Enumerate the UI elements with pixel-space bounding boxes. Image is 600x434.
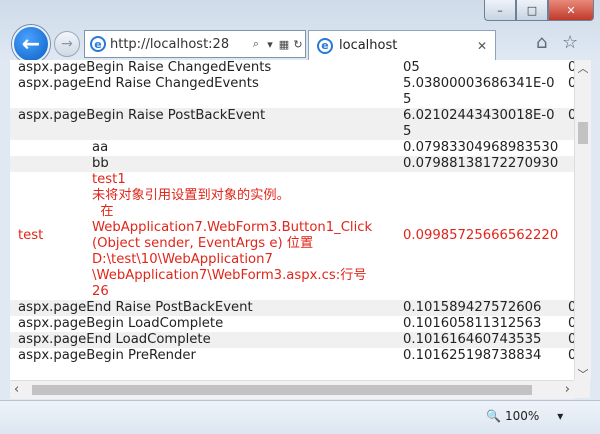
refresh-icon[interactable]: ↻	[291, 38, 305, 51]
scroll-left-icon[interactable]: ‹	[14, 382, 19, 397]
window-controls: – □ ✕	[484, 0, 594, 22]
trace-category-cell: aspx.pageEnd LoadComplete	[10, 332, 395, 348]
trace-time-cell: 0.101605811312563	[403, 316, 542, 331]
trace-row: aspx.pageBegin Raise PostBackEvent 6.0210…	[10, 108, 574, 140]
home-icon[interactable]: ⌂	[536, 32, 547, 53]
horizontal-scrollbar[interactable]: ‹ ›	[10, 380, 574, 399]
trace-time-cell: 0.07983304968983530	[403, 140, 559, 155]
trace-delta-cell: 0	[568, 76, 574, 91]
error-category: test	[18, 228, 44, 243]
trace-delta-cell: 0	[568, 348, 574, 363]
trace-category-cell: aspx.pageBegin PreRender	[18, 348, 196, 363]
trace-row: aspx.pageEnd Raise PostBackEvent 0.101589…	[10, 300, 574, 316]
trace-delta-cell: 0	[560, 108, 574, 140]
trace-delta-cell	[560, 172, 574, 300]
trace-row: aspx.pageBegin LoadComplete 0.10160581131…	[10, 316, 574, 332]
trace-category-cell: aspx.pageBegin LoadComplete	[18, 316, 224, 331]
tab-title: localhost	[339, 38, 398, 53]
trace-time-cell: 0.07988138172270930	[395, 156, 560, 172]
trace-time-cell: 0.101616460743535	[395, 332, 560, 348]
back-arrow-icon: ←	[21, 31, 41, 57]
trace-delta-cell: 0	[568, 60, 574, 75]
horizontal-scroll-thumb[interactable]	[32, 385, 532, 395]
trace-category-cell: aspx.pageEnd Raise ChangedEvents	[18, 76, 259, 91]
trace-category-cell: aspx.pageBegin Raise PostBackEvent	[10, 108, 395, 140]
trace-category-cell: aspx.pageEnd Raise PostBackEvent	[10, 300, 395, 316]
trace-time-cell: 6.02102443430018E-05	[395, 108, 560, 140]
back-button[interactable]: ←	[12, 25, 50, 63]
trace-delta-cell: 0	[560, 332, 574, 348]
trace-row: aspx.pageEnd Raise ChangedEvents 5.038000…	[10, 76, 574, 108]
zoom-magnifier-icon: 🔍	[486, 409, 501, 423]
zoom-dropdown-icon[interactable]: ▾	[557, 409, 563, 423]
trace-row: bb 0.07988138172270930	[10, 156, 574, 172]
browser-window: – □ ✕ ← → e http://localhost:28 ⌕ ▾ ▦ ↻ …	[0, 0, 600, 434]
tab-localhost[interactable]: e localhost ✕	[308, 30, 496, 60]
favorites-star-icon[interactable]: ☆	[562, 32, 578, 53]
zoom-level: 100%	[504, 409, 540, 423]
scroll-right-icon[interactable]: ›	[565, 382, 570, 397]
ie-page-icon: e	[90, 36, 106, 52]
trace-time-cell: 05	[403, 60, 420, 75]
address-dropdown-icon[interactable]: ▾	[263, 38, 277, 51]
trace-time-cell: 5.03800003686341E-05	[403, 76, 555, 107]
close-window-button[interactable]: ✕	[548, 0, 594, 21]
vertical-scroll-thumb[interactable]	[578, 122, 588, 144]
trace-row: aspx.pageEnd LoadComplete 0.1016164607435…	[10, 332, 574, 348]
trace-error-cell: test test1 未将对象引用设置到对象的实例。 在 WebApplicati…	[10, 172, 395, 300]
trace-category-cell: bb	[10, 156, 395, 172]
address-url[interactable]: http://localhost:28	[110, 37, 249, 52]
compat-view-icon[interactable]: ▦	[277, 38, 291, 51]
trace-time-cell: 0.101625198738834	[403, 348, 542, 363]
trace-category-cell: aspx.pageBegin Raise ChangedEvents	[18, 60, 272, 75]
trace-delta-cell	[560, 140, 574, 156]
error-message: test1 未将对象引用设置到对象的实例。 在 WebApplication7.…	[92, 172, 373, 299]
tab-close-icon[interactable]: ✕	[477, 39, 495, 53]
trace-delta-cell	[560, 156, 574, 172]
minimize-button[interactable]: –	[484, 0, 516, 21]
trace-page: aspx.pageBegin Raise ChangedEvents 05 0 asp…	[10, 60, 574, 380]
new-tab-button[interactable]	[498, 32, 524, 58]
scroll-corner	[574, 380, 590, 398]
forward-button[interactable]: →	[54, 31, 80, 57]
maximize-button[interactable]: □	[516, 0, 548, 21]
search-icon[interactable]: ⌕	[249, 37, 263, 51]
trace-delta-cell: 0	[568, 316, 574, 331]
trace-table: aspx.pageBegin Raise ChangedEvents 05 0 asp…	[10, 60, 574, 364]
tab-ie-icon: e	[317, 37, 333, 54]
browser-toolbar: ← → e http://localhost:28 ⌕ ▾ ▦ ↻ e loca…	[0, 22, 600, 63]
forward-arrow-icon: →	[61, 36, 73, 52]
trace-time-cell: 0.09985725666562220	[403, 228, 559, 243]
trace-error-row: test test1 未将对象引用设置到对象的实例。 在 WebApplicati…	[10, 172, 574, 300]
trace-row: aspx.pageBegin Raise ChangedEvents 05 0	[10, 60, 574, 76]
status-bar: 🔍 100% ▾	[0, 400, 600, 434]
trace-time-cell: 0.101589427572606	[395, 300, 560, 316]
address-bar[interactable]: e http://localhost:28 ⌕ ▾ ▦ ↻	[84, 30, 306, 58]
trace-row: aspx.pageBegin PreRender 0.10162519873883…	[10, 348, 574, 364]
scroll-up-icon[interactable]: ︿	[575, 60, 591, 75]
zoom-control[interactable]: 🔍 100% ▾	[486, 409, 563, 423]
scroll-down-icon[interactable]: ﹀	[575, 366, 591, 381]
trace-row: aa 0.07983304968983530	[10, 140, 574, 156]
trace-category-cell: aa	[92, 140, 109, 155]
trace-delta-cell: 0	[560, 300, 574, 316]
vertical-scrollbar[interactable]: ︿ ﹀	[574, 60, 591, 381]
